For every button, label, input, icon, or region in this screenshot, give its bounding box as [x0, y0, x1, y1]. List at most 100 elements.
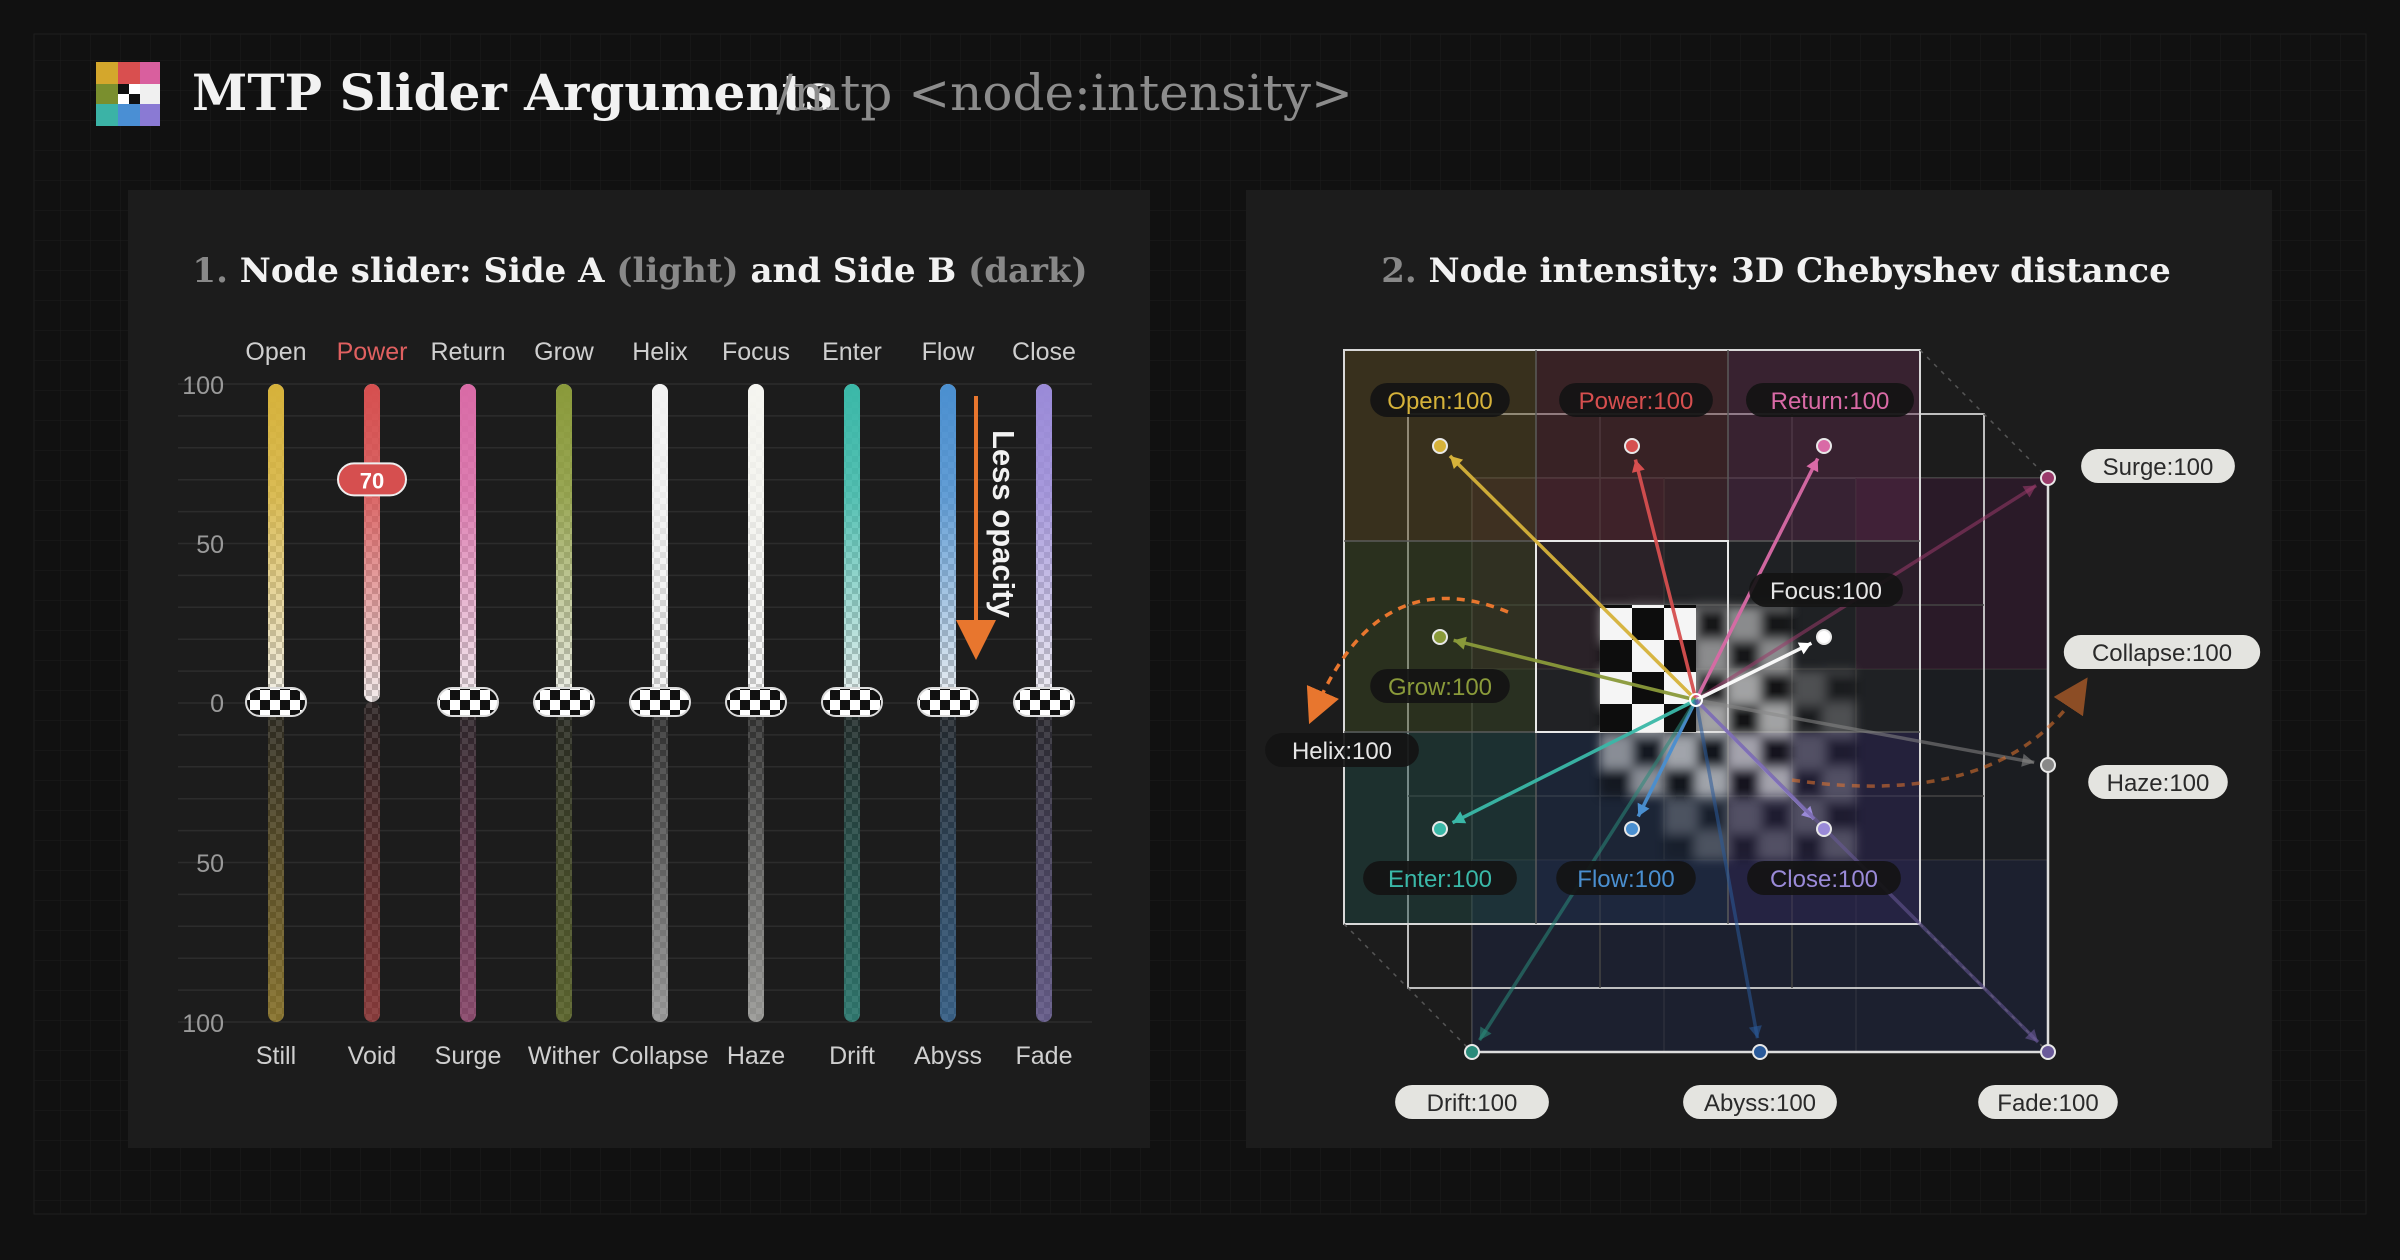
- slider-handle[interactable]: [245, 687, 307, 717]
- slider-fill-light: [652, 384, 668, 702]
- slider-handle[interactable]: [629, 687, 691, 717]
- less-opacity-label: Less opacity: [986, 430, 1021, 619]
- slider-top-label: Return: [430, 338, 505, 366]
- label-text: Return:100: [1771, 388, 1890, 415]
- label-enter: Enter:100: [1363, 861, 1517, 895]
- node-power[interactable]: [1624, 438, 1640, 454]
- slider-fill-dark: [748, 702, 764, 1022]
- slider-fill-dark: [1036, 702, 1052, 1022]
- label-text: Helix:100: [1292, 738, 1392, 765]
- slider-fill-light: [844, 384, 860, 702]
- slider-bottom-label: Abyss: [914, 1042, 982, 1070]
- slider-bottom-label: Surge: [435, 1042, 502, 1070]
- label-text: Drift:100: [1427, 1090, 1518, 1117]
- label-text: Abyss:100: [1704, 1090, 1816, 1117]
- slider-bottom-label: Drift: [829, 1042, 875, 1070]
- slider-fill-light: [268, 384, 284, 702]
- label-open: Open:100: [1370, 383, 1510, 417]
- label-return: Return:100: [1746, 383, 1914, 417]
- label-surge: Surge:100: [2081, 449, 2235, 483]
- panel1-title: 1. Node slider: Side A (light) and Side …: [192, 251, 1087, 291]
- slider-handle[interactable]: [1013, 687, 1075, 717]
- slider-top-label: Enter: [822, 338, 882, 366]
- node-drift[interactable]: [1464, 1044, 1480, 1060]
- diagram-canvas: MTP Slider Arguments /mtp <node:intensit…: [0, 0, 2400, 1260]
- slider-fill-dark: [460, 702, 476, 1022]
- label-text: Power:100: [1579, 388, 1694, 415]
- label-grow: Grow:100: [1370, 669, 1510, 703]
- slider-handle[interactable]: [437, 687, 499, 717]
- y-tick-label: 100: [182, 372, 224, 400]
- slider-top-label: Close: [1012, 338, 1076, 366]
- label-text: Close:100: [1770, 866, 1878, 893]
- slider-handle[interactable]: [917, 687, 979, 717]
- slider-top-label: Grow: [534, 338, 595, 366]
- slider-bottom-label: Collapse: [611, 1042, 708, 1070]
- node-haze[interactable]: [2040, 757, 2056, 773]
- slider-top-label: Focus: [722, 338, 790, 366]
- slider-fill-dark: [652, 702, 668, 1022]
- slider-bottom-label: Haze: [727, 1042, 785, 1070]
- slider-top-label: Helix: [632, 338, 688, 366]
- label-text: Open:100: [1387, 388, 1492, 415]
- slider-bottom-label: Fade: [1016, 1042, 1073, 1070]
- slider-fill-dark: [268, 702, 284, 1022]
- label-text: Enter:100: [1388, 866, 1492, 893]
- command-syntax: /mtp <node:intensity>: [776, 64, 1353, 122]
- label-close: Close:100: [1747, 861, 1901, 895]
- label-text: Grow:100: [1388, 674, 1492, 701]
- slider-fill-dark: [556, 702, 572, 1022]
- slider-fill-light: [556, 384, 572, 702]
- node-focus[interactable]: [1816, 629, 1832, 645]
- label-drift: Drift:100: [1395, 1085, 1549, 1119]
- label-power: Power:100: [1559, 383, 1713, 417]
- slider-top-label: Flow: [922, 338, 976, 366]
- label-helix: Helix:100: [1265, 733, 1419, 767]
- slider-fill-light: [364, 384, 380, 702]
- node-enter[interactable]: [1432, 821, 1448, 837]
- label-text: Fade:100: [1997, 1090, 2098, 1117]
- slider-fill-light: [940, 384, 956, 702]
- node-return[interactable]: [1816, 438, 1832, 454]
- label-text: Collapse:100: [2092, 640, 2232, 667]
- label-text: Flow:100: [1577, 866, 1674, 893]
- y-tick-label: 50: [196, 850, 224, 878]
- page-title: MTP Slider Arguments: [192, 63, 833, 122]
- app-logo: [96, 62, 160, 126]
- label-flow: Flow:100: [1556, 861, 1696, 895]
- slider-fill-light: [748, 384, 764, 702]
- slider-top-label: Open: [245, 338, 306, 366]
- panel2-title: 2. Node intensity: 3D Chebyshev distance: [1381, 251, 2171, 291]
- label-text: Surge:100: [2103, 454, 2214, 481]
- node-surge[interactable]: [2040, 470, 2056, 486]
- node-close[interactable]: [1816, 821, 1832, 837]
- panel-node-intensity: 2. Node intensity: 3D Chebyshev distance: [1246, 190, 2272, 1148]
- label-abyss: Abyss:100: [1683, 1085, 1837, 1119]
- label-collapse: Collapse:100: [2063, 635, 2261, 669]
- label-text: Focus:100: [1770, 578, 1882, 605]
- y-tick-label: 100: [182, 1010, 224, 1038]
- slider-fill-light: [460, 384, 476, 702]
- label-focus: Focus:100: [1749, 573, 1903, 607]
- slider-bottom-label: Void: [348, 1042, 397, 1070]
- slider-handle[interactable]: [725, 687, 787, 717]
- slider-bottom-label: Still: [256, 1042, 296, 1070]
- node-open[interactable]: [1432, 438, 1448, 454]
- node-flow[interactable]: [1624, 821, 1640, 837]
- node-grow[interactable]: [1432, 629, 1448, 645]
- y-tick-label: 0: [210, 690, 224, 718]
- slider-handle[interactable]: [533, 687, 595, 717]
- slider-handle[interactable]: [821, 687, 883, 717]
- slider-top-label: Power: [337, 338, 408, 366]
- label-text: Haze:100: [2107, 770, 2210, 797]
- node-fade[interactable]: [2040, 1044, 2056, 1060]
- node-abyss[interactable]: [1752, 1044, 1768, 1060]
- slider-fill-dark: [940, 702, 956, 1022]
- slider-bottom-label: Wither: [528, 1042, 600, 1070]
- slider-fill-light: [1036, 384, 1052, 702]
- panel-node-slider: 1. Node slider: Side A (light) and Side …: [128, 190, 1150, 1148]
- slider-fill-dark: [364, 702, 380, 1022]
- label-haze: Haze:100: [2088, 765, 2228, 799]
- label-fade: Fade:100: [1978, 1085, 2118, 1119]
- y-tick-label: 50: [196, 531, 224, 559]
